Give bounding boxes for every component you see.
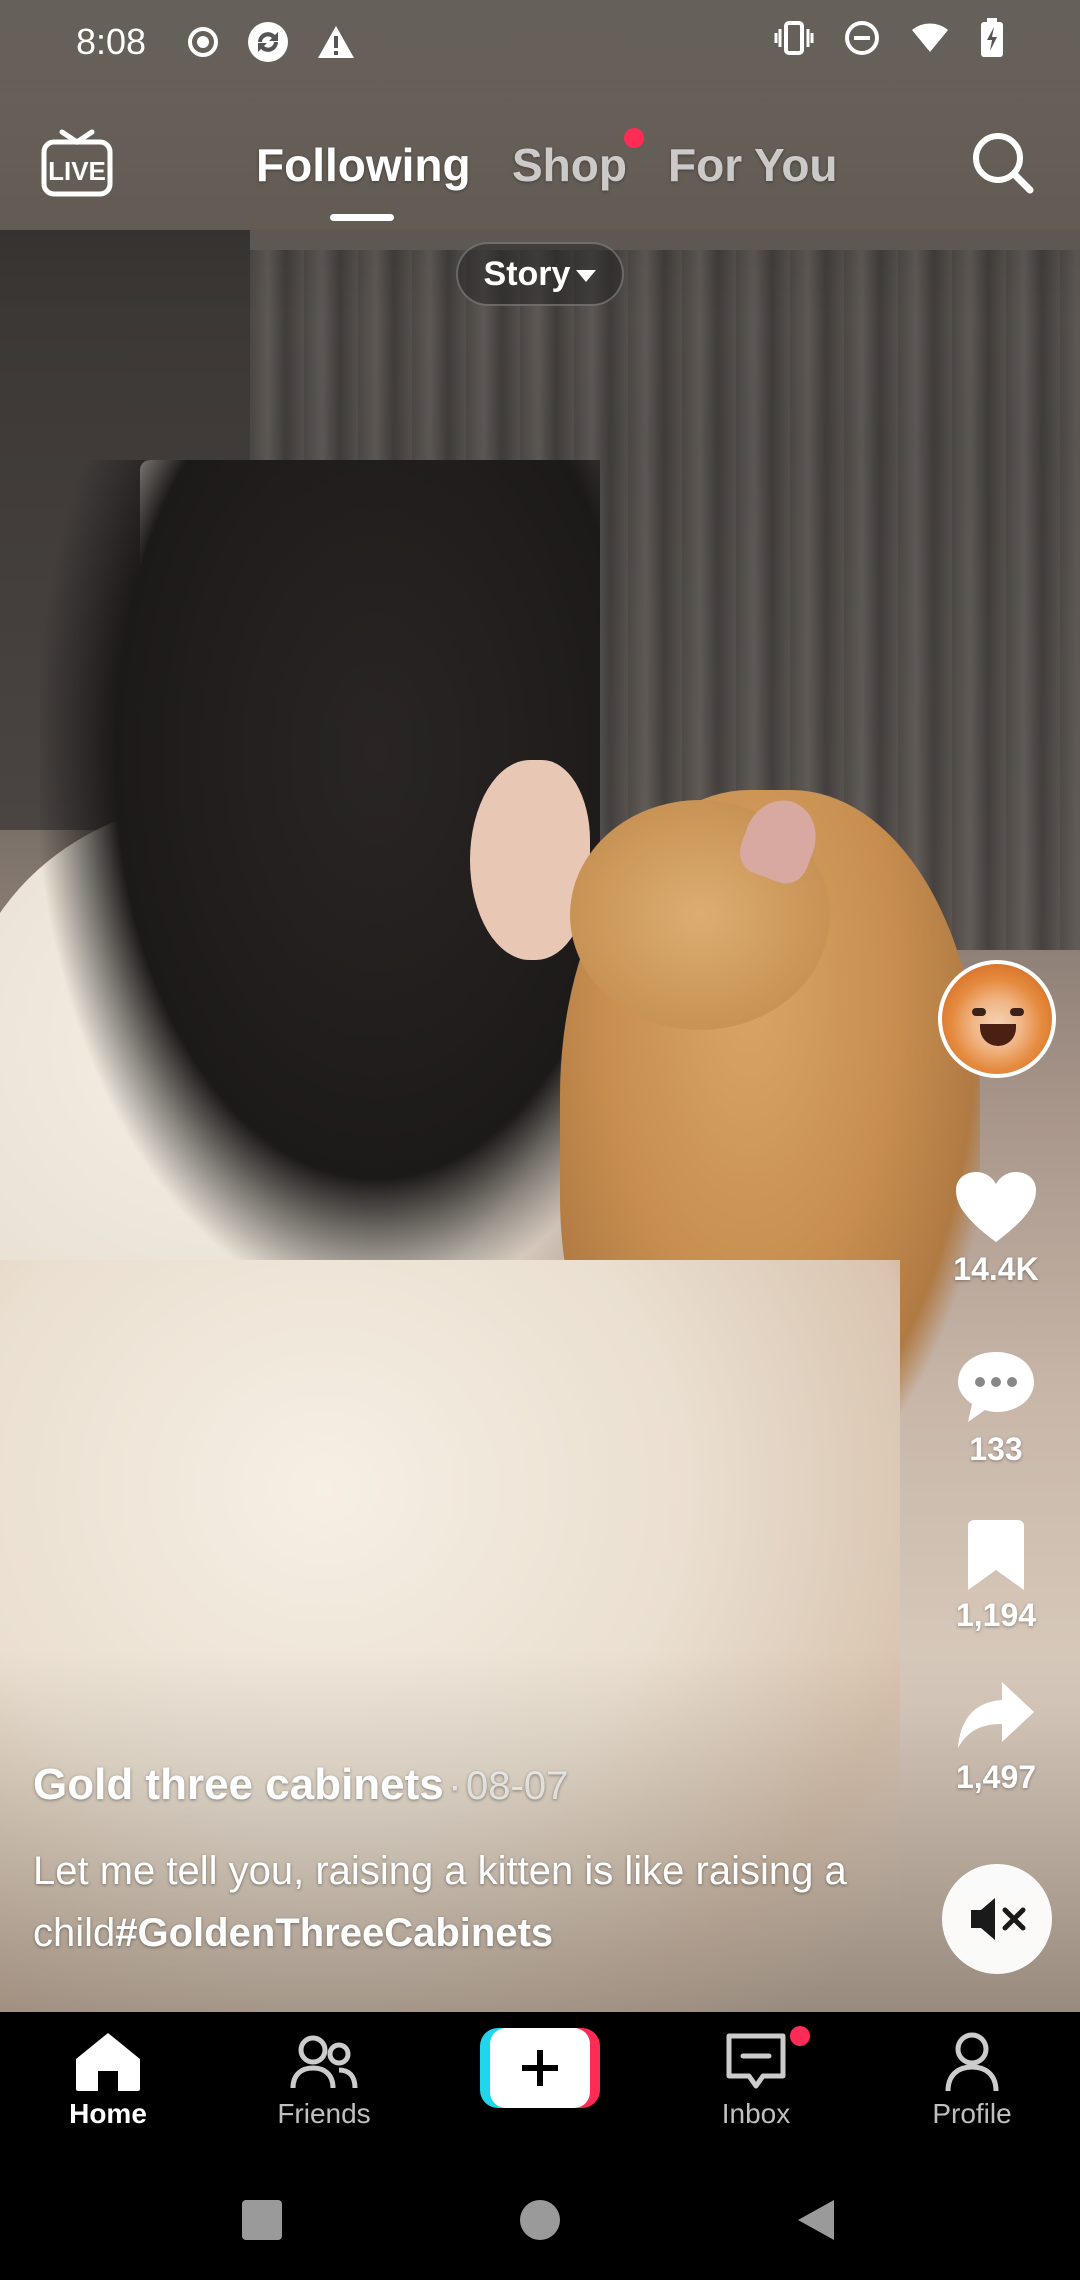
- like-count: 14.4K: [953, 1251, 1039, 1287]
- nav-home[interactable]: Home: [18, 2026, 198, 2130]
- avatar-eye-right: [1010, 1008, 1024, 1016]
- date-separator: ·: [448, 1764, 462, 1808]
- active-tab-indicator: [330, 214, 394, 221]
- sync-icon: [246, 20, 290, 64]
- warning-icon: [316, 24, 356, 60]
- wifi-icon: [910, 21, 950, 63]
- recents-button[interactable]: [240, 2198, 284, 2247]
- friends-icon: [290, 2035, 358, 2089]
- author-avatar[interactable]: [938, 960, 1056, 1078]
- nav-inbox[interactable]: Inbox: [666, 2026, 846, 2130]
- inbox-icon: [726, 2033, 786, 2089]
- back-triangle-icon: [798, 2200, 834, 2240]
- tab-for-you[interactable]: For You: [668, 138, 838, 192]
- comment-icon: [958, 1352, 1034, 1422]
- vibrate-icon: [774, 20, 814, 64]
- bookmark-icon: [968, 1520, 1024, 1590]
- share-button[interactable]: 1,497: [926, 1678, 1066, 1796]
- unmute-button[interactable]: [942, 1864, 1052, 1974]
- circle-icon: [520, 2200, 560, 2240]
- share-count: 1,497: [955, 1759, 1037, 1795]
- status-time: 8:08: [76, 21, 147, 62]
- home-icon: [76, 2033, 140, 2091]
- post-description[interactable]: Let me tell you, raising a kitten is lik…: [33, 1840, 893, 1964]
- avatar-eye-left: [972, 1008, 986, 1016]
- story-label: Story: [483, 254, 571, 293]
- story-dropdown[interactable]: Story: [456, 242, 624, 306]
- caret-down-icon: [576, 270, 597, 282]
- square-icon: [242, 2200, 282, 2240]
- do-not-disturb-icon: [844, 20, 880, 65]
- home-system-button[interactable]: [518, 2198, 562, 2247]
- comment-button[interactable]: 133: [926, 1348, 1066, 1468]
- hashtag-link[interactable]: #GoldenThreeCabinets: [115, 1911, 553, 1955]
- create-button-face: [490, 2028, 590, 2108]
- heart-icon: [956, 1172, 1036, 1242]
- profile-icon: [945, 2032, 999, 2092]
- plus-icon: [522, 2050, 558, 2086]
- record-icon: [186, 25, 220, 59]
- post-caption: Gold three cabinets · 08-07 Let me tell …: [33, 1760, 893, 1964]
- author-name[interactable]: Gold three cabinets: [33, 1760, 444, 1809]
- tab-following[interactable]: Following: [256, 138, 471, 192]
- nav-home-label: Home: [69, 2098, 147, 2129]
- bottom-navigation: Home Friends Inbox Profile: [0, 2012, 1080, 2162]
- nav-profile[interactable]: Profile: [882, 2026, 1062, 2130]
- save-count: 1,194: [955, 1597, 1037, 1633]
- like-button[interactable]: 14.4K: [926, 1170, 1066, 1288]
- nav-friends[interactable]: Friends: [234, 2026, 414, 2130]
- inbox-notification-dot: [790, 2026, 810, 2046]
- system-navigation-bar: [0, 2162, 1080, 2280]
- create-button[interactable]: [480, 2028, 600, 2108]
- comment-count: 133: [969, 1431, 1023, 1467]
- share-arrow-icon: [958, 1682, 1034, 1748]
- tab-shop[interactable]: Shop: [512, 138, 627, 192]
- back-button[interactable]: [794, 2198, 838, 2247]
- search-button[interactable]: [970, 130, 1036, 196]
- nav-inbox-label: Inbox: [721, 2098, 791, 2129]
- avatar-mouth: [980, 1024, 1016, 1046]
- nav-profile-label: Profile: [932, 2098, 1012, 2129]
- search-icon: [973, 133, 1034, 194]
- feed-tabs: Following Shop For You: [0, 128, 1080, 221]
- save-button[interactable]: 1,194: [926, 1518, 1066, 1634]
- battery-icon: [980, 17, 1004, 67]
- nav-friends-label: Friends: [277, 2098, 371, 2129]
- shop-notification-dot: [624, 128, 644, 148]
- muted-speaker-icon: [971, 1898, 1026, 1940]
- post-date: 08-07: [466, 1764, 569, 1808]
- status-bar: 8:08: [0, 0, 1080, 84]
